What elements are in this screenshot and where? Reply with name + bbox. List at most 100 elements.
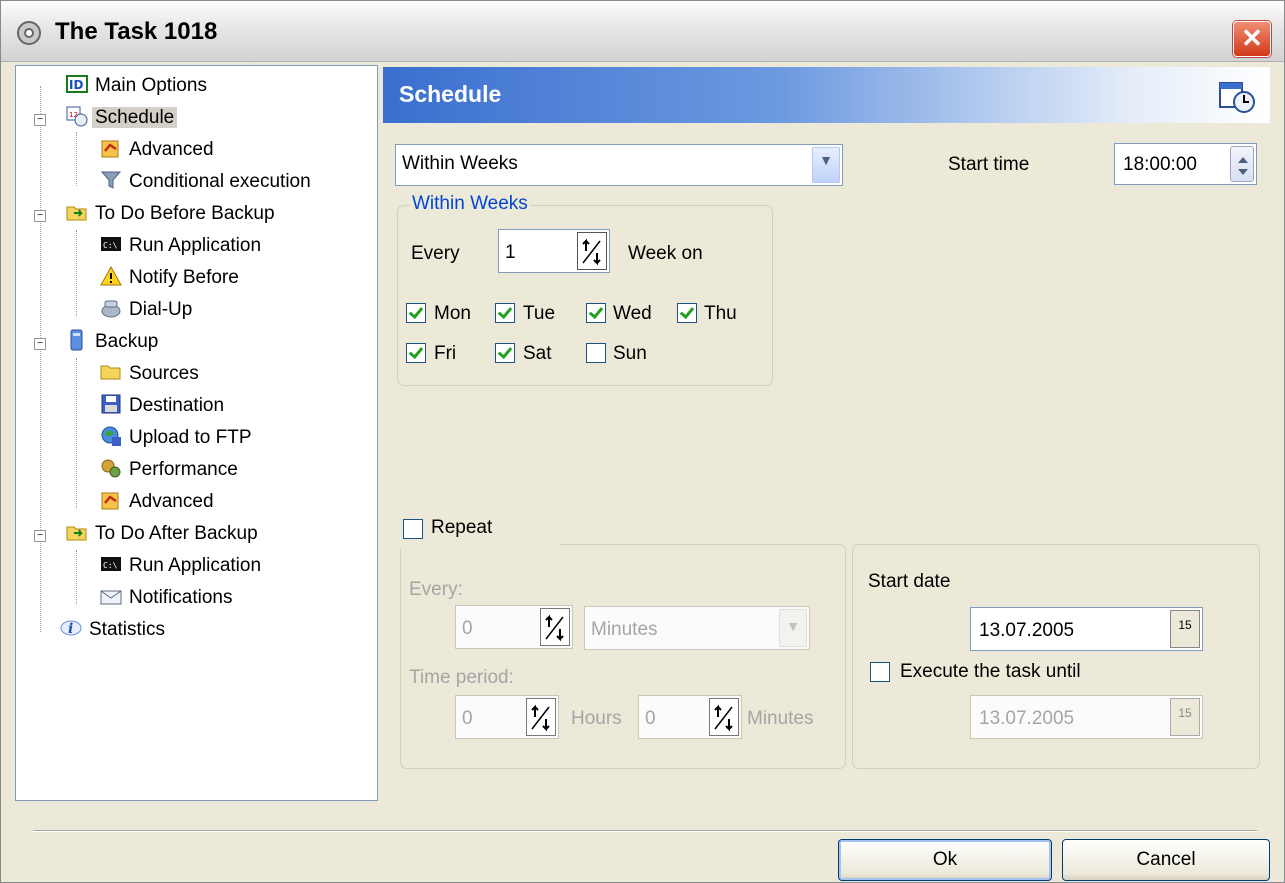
panel-header: Schedule: [383, 67, 1270, 123]
start-time-value: 18:00:00: [1123, 154, 1197, 175]
tree-item-sources[interactable]: Sources: [100, 360, 202, 388]
schedule-clock-icon: [1219, 82, 1255, 113]
period-hours-input[interactable]: 0: [455, 695, 559, 739]
start-date-field[interactable]: 13.07.2005 15: [970, 607, 1203, 651]
console-icon: C:\: [100, 553, 122, 575]
tree-item-performance[interactable]: Performance: [100, 456, 241, 484]
tree-item-destination[interactable]: Destination: [100, 392, 227, 420]
checkbox-sat[interactable]: [495, 343, 515, 363]
tree-item-after-backup[interactable]: To Do After Backup: [66, 520, 261, 548]
day-label-sun: Sun: [613, 343, 647, 364]
tree-item-statistics[interactable]: i Statistics: [60, 616, 168, 644]
svg-text:i: i: [68, 621, 73, 637]
period-minutes-spinner[interactable]: [709, 698, 739, 736]
until-date-field[interactable]: 13.07.2005 15: [970, 695, 1203, 739]
within-weeks-group-title: Within Weeks: [410, 193, 530, 215]
every-weeks-input[interactable]: 1: [498, 229, 610, 273]
checkbox-wed[interactable]: [586, 303, 606, 323]
tree-item-run-application-after[interactable]: C:\ Run Application: [100, 552, 264, 580]
cancel-button[interactable]: Cancel: [1062, 839, 1270, 881]
spin-arrows-icon: [531, 704, 550, 732]
tree-item-backup[interactable]: Backup: [66, 328, 161, 356]
every-weeks-spinner[interactable]: [577, 232, 607, 270]
checkbox-tue[interactable]: [495, 303, 515, 323]
collapse-toggle[interactable]: −: [34, 338, 46, 350]
repeat-every-label: Every:: [409, 579, 463, 600]
footer-separator: [33, 830, 1257, 832]
svg-text:ID: ID: [69, 78, 83, 92]
day-label-fri: Fri: [434, 343, 457, 364]
tree-item-label: Run Application: [129, 235, 262, 256]
tree-item-run-application-before[interactable]: C:\ Run Application: [100, 232, 264, 260]
tree-line: [40, 86, 41, 632]
floppy-icon: [100, 393, 122, 415]
calendar-clock-icon: 12: [66, 105, 88, 127]
console-icon: C:\: [100, 233, 122, 255]
spin-arrows-icon: [582, 238, 601, 266]
ok-button[interactable]: Ok: [838, 839, 1052, 881]
tree-item-main-options[interactable]: ID Main Options: [66, 72, 210, 100]
calendar-icon[interactable]: 15: [1170, 610, 1200, 648]
minutes-label: Minutes: [747, 708, 814, 729]
tree-line: [76, 550, 77, 604]
info-icon: i: [60, 617, 82, 639]
tree-item-schedule[interactable]: 12 Schedule: [66, 104, 178, 132]
panel-title: Schedule: [399, 81, 502, 107]
globe-icon: [100, 425, 122, 447]
repeat-every-input[interactable]: 0: [455, 605, 573, 649]
tree-item-notifications[interactable]: Notifications: [100, 584, 236, 612]
tree-line: [76, 132, 77, 186]
tree-item-label: Destination: [129, 395, 225, 416]
collapse-toggle[interactable]: −: [34, 114, 46, 126]
tree-item-schedule-advanced[interactable]: Advanced: [100, 136, 217, 164]
collapse-toggle[interactable]: −: [34, 530, 46, 542]
tree-item-backup-advanced[interactable]: Advanced: [100, 488, 217, 516]
tree-item-label: To Do Before Backup: [95, 203, 275, 224]
week-on-label: Week on: [628, 243, 703, 264]
collapse-toggle[interactable]: −: [34, 210, 46, 222]
repeat-unit-select[interactable]: Minutes ▼: [584, 606, 810, 650]
tree-item-label: Backup: [95, 331, 159, 352]
hours-label: Hours: [571, 708, 622, 729]
tree-item-label: Sources: [129, 363, 199, 384]
start-time-field[interactable]: 18:00:00: [1114, 143, 1257, 185]
title-bar[interactable]: The Task 1018 ✕: [1, 1, 1284, 62]
period-hours-spinner[interactable]: [526, 698, 556, 736]
tree-item-dial-up[interactable]: Dial-Up: [100, 296, 195, 324]
tree-item-label: Advanced: [129, 491, 214, 512]
tree-item-upload-ftp[interactable]: Upload to FTP: [100, 424, 255, 452]
tree-item-before-backup[interactable]: To Do Before Backup: [66, 200, 278, 228]
tree-item-conditional-execution[interactable]: Conditional execution: [100, 168, 314, 196]
close-button[interactable]: ✕: [1233, 21, 1271, 57]
tree-item-label: Schedule: [92, 107, 178, 128]
envelope-icon: [100, 585, 122, 607]
repeat-every-spinner[interactable]: [540, 608, 570, 646]
chevron-down-icon: ▼: [819, 152, 833, 168]
svg-text:C:\: C:\: [103, 241, 118, 250]
folder-arrow-icon: [66, 521, 88, 543]
start-date-value: 13.07.2005: [979, 620, 1075, 641]
tree-item-label: Notify Before: [129, 267, 239, 288]
checkbox-sun[interactable]: [586, 343, 606, 363]
options-tree[interactable]: − − − − ID Main Options 12 Schedule Advanc…: [15, 65, 378, 801]
execute-until-checkbox[interactable]: [870, 662, 890, 682]
calendar-icon[interactable]: 15: [1170, 698, 1200, 736]
chevron-down-icon: ▼: [786, 618, 800, 634]
checkbox-fri[interactable]: [406, 343, 426, 363]
dropdown-button[interactable]: ▼: [812, 147, 840, 183]
folder-icon: [100, 361, 122, 383]
day-label-wed: Wed: [613, 303, 652, 324]
repeat-checkbox[interactable]: [403, 519, 423, 539]
tree-item-label: Main Options: [95, 75, 207, 96]
schedule-mode-select[interactable]: Within Weeks ▼: [395, 144, 843, 186]
tree-item-label: Upload to FTP: [129, 427, 252, 448]
checkbox-thu[interactable]: [677, 303, 697, 323]
day-label-sat: Sat: [523, 343, 552, 364]
start-time-spinner[interactable]: [1230, 146, 1254, 182]
period-minutes-input[interactable]: 0: [638, 695, 742, 739]
dropdown-button[interactable]: ▼: [779, 609, 807, 647]
repeat-every-value: 0: [462, 618, 473, 639]
tree-item-label: To Do After Backup: [95, 523, 258, 544]
tree-item-notify-before[interactable]: Notify Before: [100, 264, 242, 292]
checkbox-mon[interactable]: [406, 303, 426, 323]
